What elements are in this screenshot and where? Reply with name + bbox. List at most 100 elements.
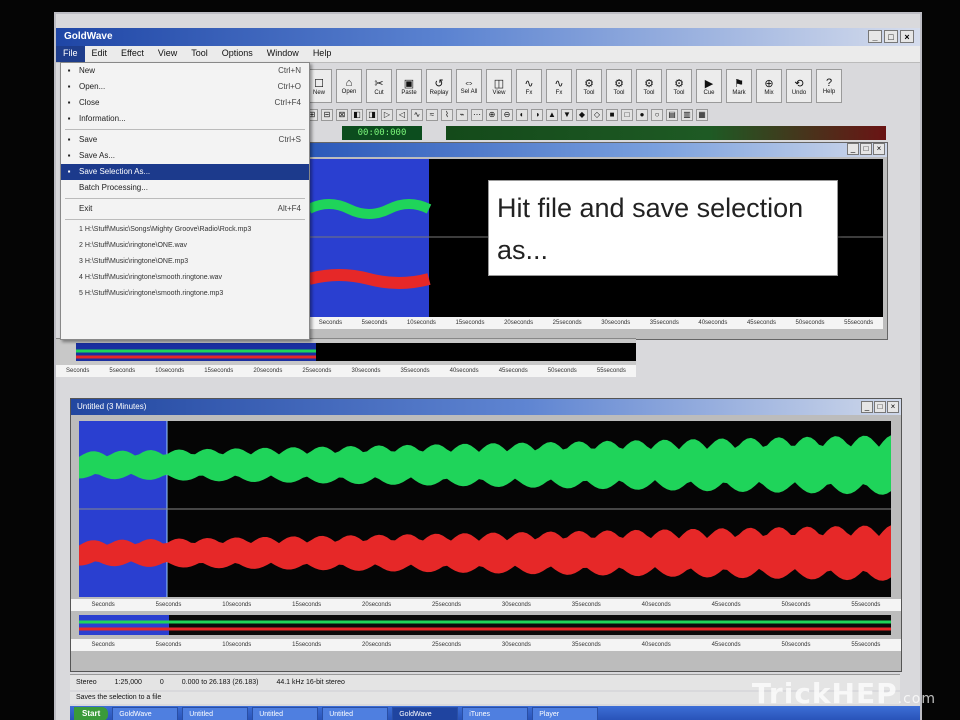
maximize-button[interactable]: □ <box>874 401 886 413</box>
close-button[interactable]: × <box>900 30 914 43</box>
menu-options[interactable]: Options <box>215 46 260 62</box>
menu-item-save-selection-as[interactable]: ▪ Save Selection As... <box>61 164 309 180</box>
ruler-tick-label: 40seconds <box>641 602 671 608</box>
effect-tool-button[interactable]: ⊠ <box>336 109 348 121</box>
taskbar-item[interactable]: GoldWave <box>112 706 179 720</box>
effect-tool-button[interactable]: ⊟ <box>321 109 333 121</box>
minimize-button[interactable]: _ <box>847 143 859 155</box>
start-button[interactable]: Start <box>74 707 109 720</box>
select-all-button[interactable]: ⇔ Sel All <box>456 69 482 103</box>
toolbar-button-label: Mark <box>732 89 746 96</box>
toolbar-button-label: New <box>312 89 325 96</box>
recent-file-item[interactable]: 4 H:\Stuff\Music\ringtone\smooth.rington… <box>61 270 309 286</box>
taskbar-item[interactable]: Untitled <box>252 706 319 720</box>
waveform-main[interactable] <box>79 421 891 597</box>
fx6-button[interactable]: ⚙ Tool <box>666 69 692 103</box>
open-button[interactable]: ⌂ Open <box>336 69 362 103</box>
taskbar-item[interactable]: Untitled <box>322 706 389 720</box>
effect-tool-button[interactable]: ● <box>636 109 648 121</box>
mark-button[interactable]: ⚑ Mark <box>726 69 752 103</box>
effect-tool-button[interactable]: ▼ <box>561 109 573 121</box>
menu-item-open[interactable]: ▪ Open... Ctrl+O <box>61 79 309 95</box>
ruler-tick-label: 15seconds <box>292 642 322 648</box>
effect-tool-button[interactable]: ○ <box>651 109 663 121</box>
recent-file-item[interactable]: 2 H:\Stuff\Music\ringtone\ONE.wav <box>61 238 309 254</box>
ruler-tick-label: 35seconds <box>649 320 679 326</box>
recent-file-item[interactable]: 3 H:\Stuff\Music\ringtone\ONE.mp3 <box>61 254 309 270</box>
overview-strip: Seconds 5seconds 10seconds 15seconds 20secon… <box>56 338 636 377</box>
menu-window[interactable]: Window <box>260 46 306 62</box>
effect-tool-button[interactable]: ∿ <box>411 109 423 121</box>
secondary-toolbar: ⊞ ⊟ ⊠ ◧ ◨ ▷ ◁ ∿ ≈ ⌇ ⌁ ⋯ ⊕ ⊖ ◐ ◑ ▲ ▼ ◆ ◇ ■ □ ● ○ ▤ ▥ ▦ <box>306 108 866 122</box>
recent-file-item[interactable]: 1 H:\Stuff\Music\Songs\Mighty Groove\Rad… <box>61 222 309 238</box>
menu-item-save[interactable]: ▪ Save Ctrl+S <box>61 132 309 148</box>
effect-tool-button[interactable]: ⌇ <box>441 109 453 121</box>
effect-tool-button[interactable]: ▥ <box>681 109 693 121</box>
close-button[interactable]: × <box>887 401 899 413</box>
fx3-button[interactable]: ⚙ Tool <box>576 69 602 103</box>
fx4-button[interactable]: ⚙ Tool <box>606 69 632 103</box>
ruler-tick-label: 35seconds <box>571 602 601 608</box>
close-icon: ▪ <box>67 98 71 107</box>
help-button[interactable]: ? Help <box>816 69 842 103</box>
cue-button[interactable]: ▶ Cue <box>696 69 722 103</box>
undo-button[interactable]: ⟲ Undo <box>786 69 812 103</box>
taskbar-item[interactable]: Player <box>532 706 599 720</box>
effect-tool-button[interactable]: □ <box>621 109 633 121</box>
effect-tool-button[interactable]: ▲ <box>546 109 558 121</box>
menu-item-label: 3 H:\Stuff\Music\ringtone\ONE.mp3 <box>79 258 189 265</box>
maximize-button[interactable]: □ <box>884 30 898 43</box>
taskbar-item[interactable]: iTunes <box>462 706 529 720</box>
menu-item-exit[interactable]: Exit Alt+F4 <box>61 201 309 217</box>
effect-tool-button[interactable]: ◇ <box>591 109 603 121</box>
menu-item-information[interactable]: ▪ Information... <box>61 111 309 127</box>
effect-tool-button[interactable]: ⋯ <box>471 109 483 121</box>
time-ruler-upper: Seconds 5seconds 10seconds 15seconds 20secon… <box>309 317 883 329</box>
maximize-button[interactable]: □ <box>860 143 872 155</box>
effect-tool-button[interactable]: ◨ <box>366 109 378 121</box>
close-button[interactable]: × <box>873 143 885 155</box>
replay-button[interactable]: ↺ Replay <box>426 69 452 103</box>
menu-effect[interactable]: Effect <box>114 46 151 62</box>
taskbar-item[interactable]: GoldWave <box>392 706 459 720</box>
effect-tool-button[interactable]: ▤ <box>666 109 678 121</box>
minimize-button[interactable]: _ <box>868 30 882 43</box>
mix-button[interactable]: ⊕ Mix <box>756 69 782 103</box>
cut-button[interactable]: ✂ Cut <box>366 69 392 103</box>
fx5-button[interactable]: ⚙ Tool <box>636 69 662 103</box>
effect-tool-button[interactable]: ≈ <box>426 109 438 121</box>
menu-view[interactable]: View <box>151 46 184 62</box>
menu-edit[interactable]: Edit <box>85 46 115 62</box>
fx1-button[interactable]: ∿ Fx <box>516 69 542 103</box>
toolbar-button-label: Replay <box>429 89 449 96</box>
effect-tool-button[interactable]: ◧ <box>351 109 363 121</box>
menu-item-new[interactable]: ▪ New Ctrl+N <box>61 63 309 79</box>
effect-tool-button[interactable]: ⊕ <box>486 109 498 121</box>
menu-item-close[interactable]: ▪ Close Ctrl+F4 <box>61 95 309 111</box>
taskbar-item[interactable]: Untitled <box>182 706 249 720</box>
effect-tool-button[interactable]: ▷ <box>381 109 393 121</box>
fx2-button[interactable]: ∿ Fx <box>546 69 572 103</box>
paste-button[interactable]: ▣ Paste <box>396 69 422 103</box>
menu-file[interactable]: File <box>56 46 85 62</box>
effect-tool-button[interactable]: ▦ <box>696 109 708 121</box>
effect-tool-button[interactable]: ◐ <box>516 109 528 121</box>
menu-item-batch-processing[interactable]: Batch Processing... <box>61 180 309 196</box>
ruler-tick-label: 40seconds <box>698 320 728 326</box>
toolbar-button-label: Cue <box>703 89 715 96</box>
effect-tool-button[interactable]: ◁ <box>396 109 408 121</box>
minimize-button[interactable]: _ <box>861 401 873 413</box>
overview-main[interactable] <box>79 615 891 635</box>
recent-file-item[interactable]: 5 H:\Stuff\Music\ringtone\smooth.rington… <box>61 286 309 302</box>
menu-tool[interactable]: Tool <box>184 46 215 62</box>
effect-tool-button[interactable]: ◑ <box>531 109 543 121</box>
toolbar-button-label: Tool <box>643 89 655 96</box>
menu-help[interactable]: Help <box>306 46 339 62</box>
effect-tool-button[interactable]: ⌁ <box>456 109 468 121</box>
watermark: TrickHEP.com <box>752 677 936 710</box>
effect-tool-button[interactable]: ■ <box>606 109 618 121</box>
menu-item-save-as[interactable]: ▪ Save As... <box>61 148 309 164</box>
view-button[interactable]: ◫ View <box>486 69 512 103</box>
effect-tool-button[interactable]: ⊖ <box>501 109 513 121</box>
effect-tool-button[interactable]: ◆ <box>576 109 588 121</box>
